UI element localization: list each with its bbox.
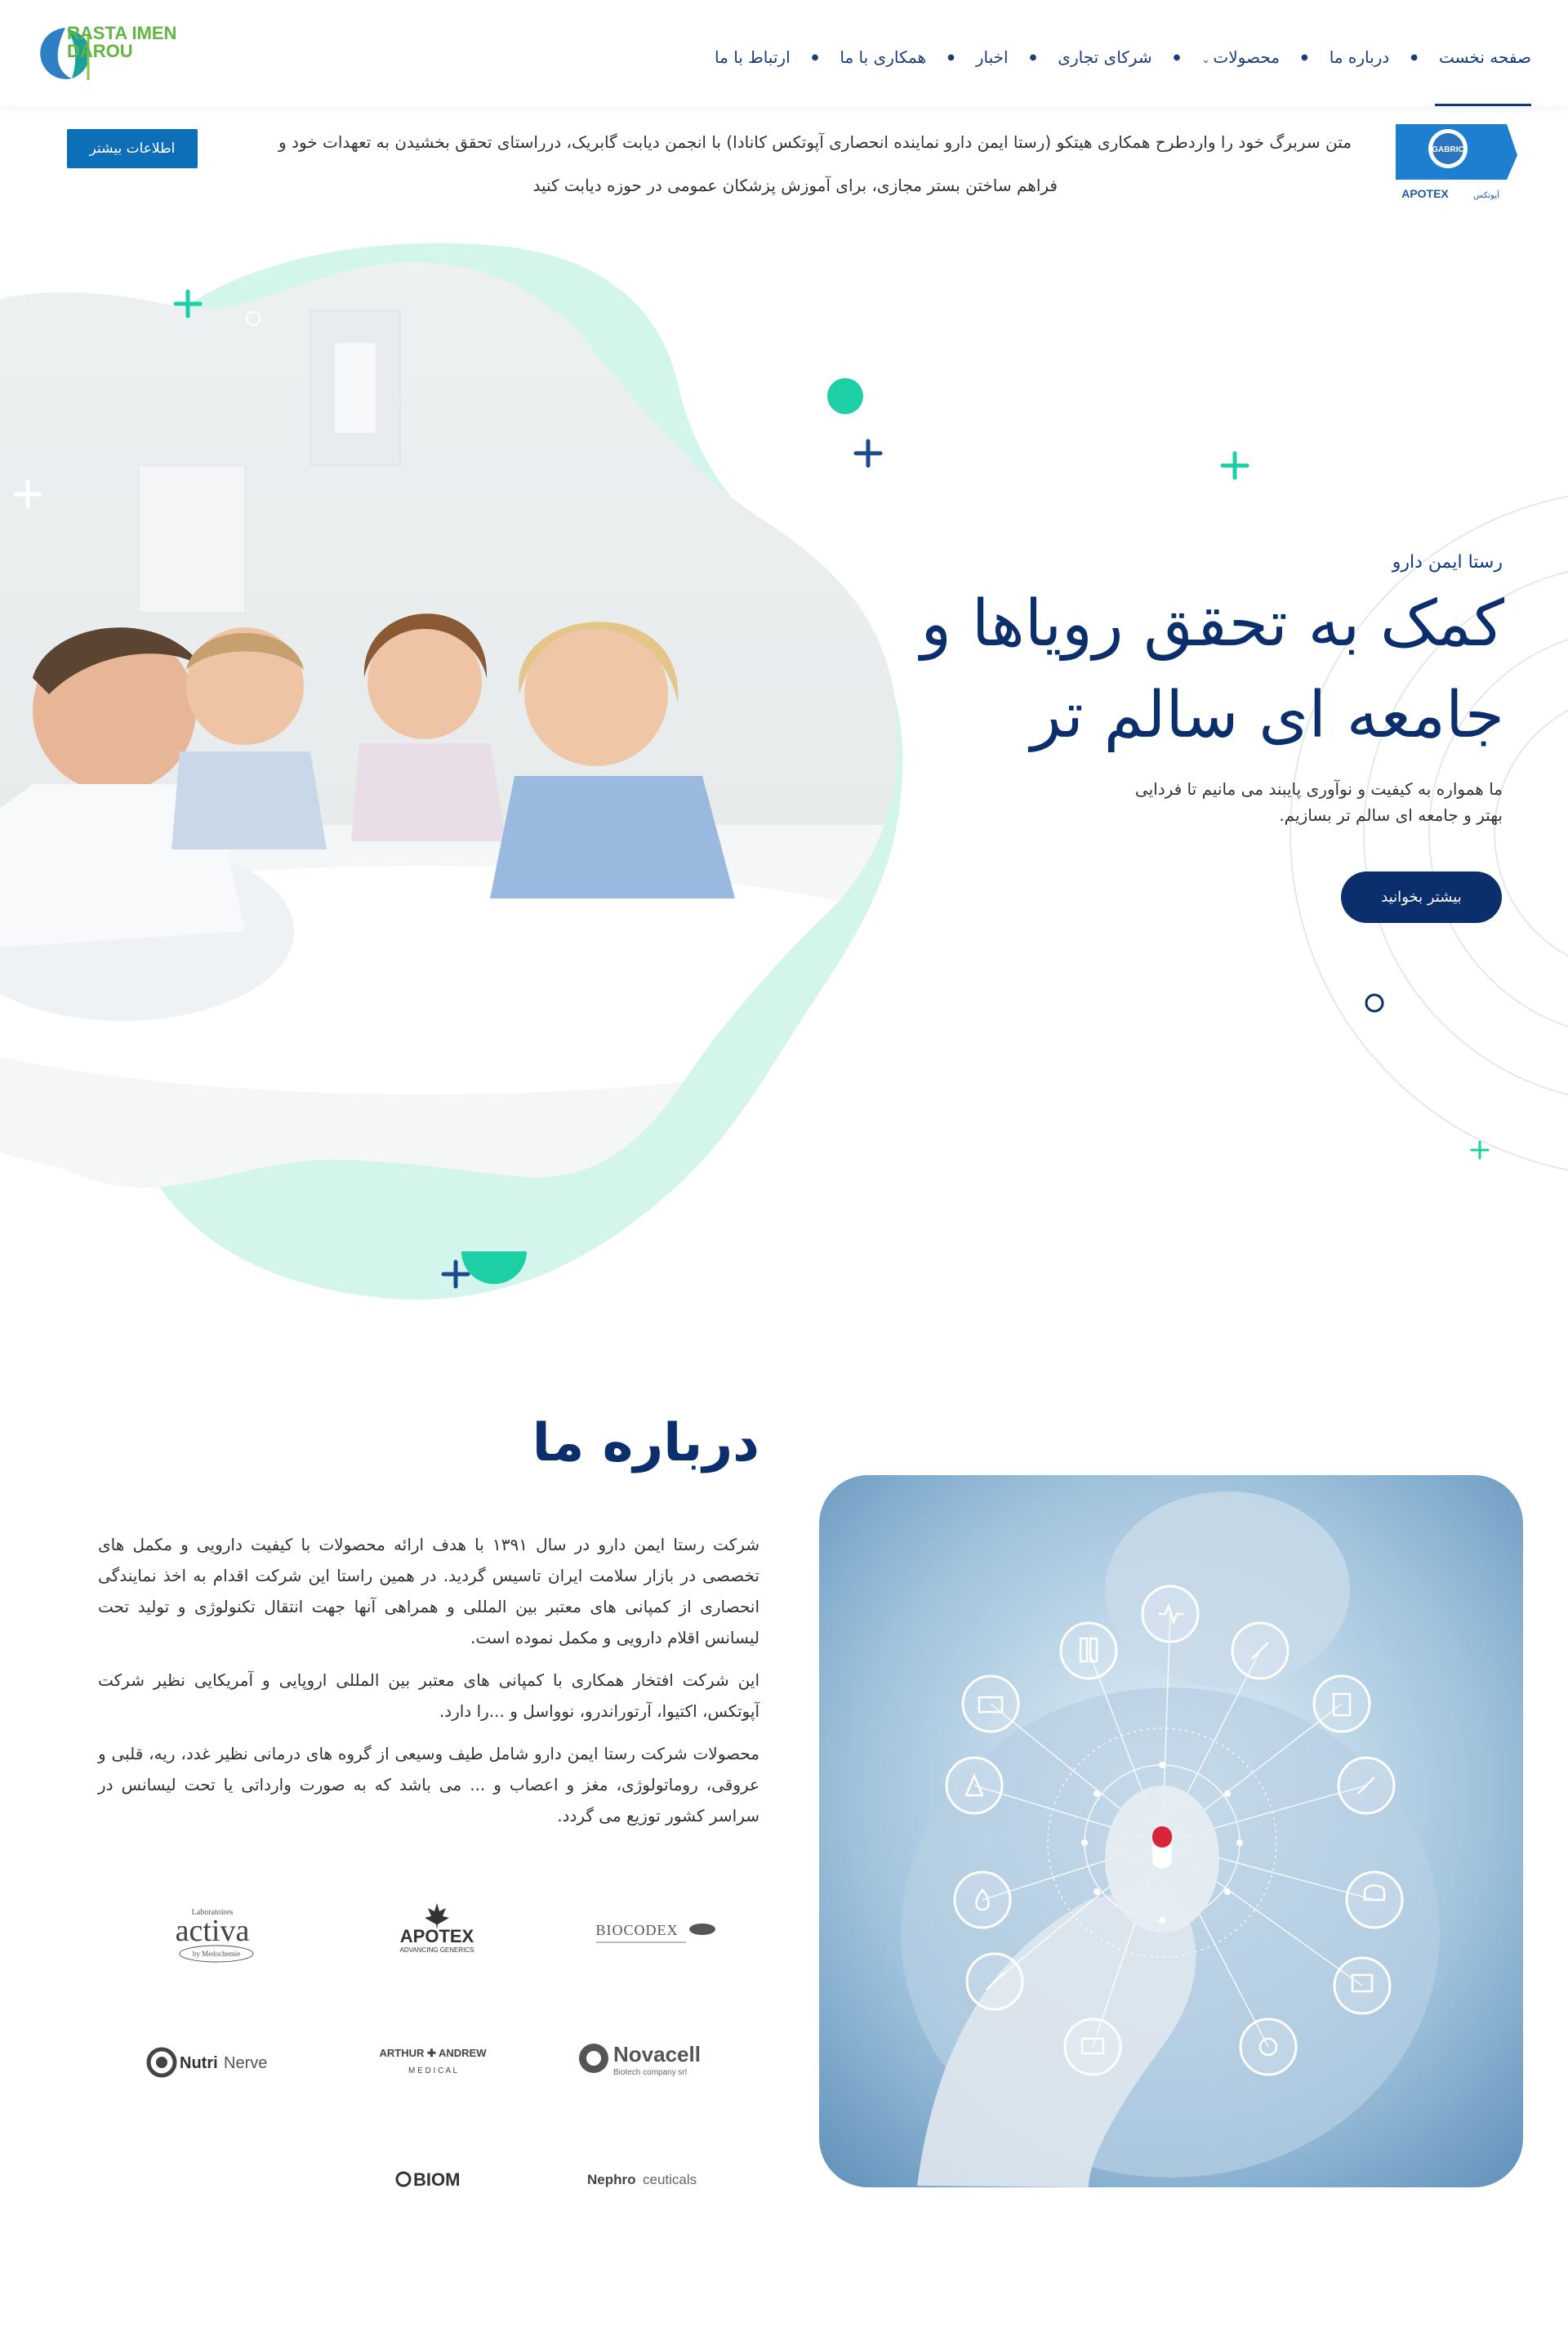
svg-text:by Medochemie: by Medochemie <box>193 1950 240 1958</box>
partner-logo-biocodex[interactable]: BIOCODEX <box>572 1899 727 1964</box>
svg-text:Novacell: Novacell <box>613 2042 701 2066</box>
about-paragraph: محصولات شرکت رستا ایمن دارو شامل طیف وسی… <box>98 1744 760 1826</box>
logo-text: RASTA IMEN DAROU <box>67 23 177 61</box>
svg-text:Nerve: Nerve <box>224 2054 267 2072</box>
hero-title-line-1: کمک به تحقق رویاها و <box>920 587 1504 661</box>
nav-products-label: محصولات <box>1213 47 1280 67</box>
partner-logo-activa[interactable]: Laboratoires activa by Medochemie <box>147 1903 278 1968</box>
svg-text:ARTHUR ✚ ANDREW: ARTHUR ✚ ANDREW <box>379 2047 487 2059</box>
gabric-apotex-badge[interactable]: GABRIC APOTEX آپوتکس <box>1392 123 1519 212</box>
teal-dot <box>827 378 863 414</box>
partner-logo-arthur-andrew[interactable]: ARTHUR ✚ ANDREW M E D I C A L <box>359 2026 506 2091</box>
about-title: درباره ما <box>532 1413 760 1473</box>
hero-subtitle: رستا ایمن دارو <box>1392 552 1503 573</box>
partner-logo-nephroceuticals[interactable]: Nephro ceuticals <box>584 2147 715 2212</box>
badge-apotex-text: APOTEX <box>1401 187 1449 200</box>
badge-apotex-fa-text: آپوتکس <box>1473 189 1500 200</box>
nav-separator-dot: ● <box>1173 52 1181 62</box>
about-text: شرکت رستا ایمن دارو در سال ۱۳۹۱ با هدف ا… <box>98 1529 760 1843</box>
about-paragraph: این شرکت افتخار همکاری با کمپانی های معت… <box>98 1670 760 1721</box>
partner-logo-biom[interactable]: BIOM <box>392 2147 482 2212</box>
svg-text:Nephro: Nephro <box>587 2172 636 2187</box>
nav-careers[interactable]: همکاری با ما <box>840 47 926 67</box>
nav-separator-dot: ● <box>811 52 819 62</box>
hero-title-line-2: جامعه ای سالم تر <box>1031 679 1504 752</box>
svg-text:Biotech company srl: Biotech company srl <box>613 2068 687 2077</box>
svg-text:APOTEX: APOTEX <box>400 1926 474 1946</box>
chevron-down-icon: ⌄ <box>1201 54 1210 65</box>
site-header: RASTA IMEN DAROU صفحه نخست ● درباره ما ●… <box>0 0 1568 106</box>
partner-logo-apotex[interactable]: APOTEX ADVANCING GENERICS <box>368 1895 506 1960</box>
hero-description: ما همواره به کیفیت و نوآوری پایبند می ما… <box>1134 779 1503 825</box>
nav-separator-dot: ● <box>1410 52 1418 62</box>
svg-text:activa: activa <box>176 1914 250 1948</box>
announcement-text: متن سربرگ خود را واردطرح همکاری هیتکو (ر… <box>192 121 1352 207</box>
svg-text:ADVANCING GENERICS: ADVANCING GENERICS <box>400 1946 474 1954</box>
svg-text:Nutri: Nutri <box>180 2054 218 2072</box>
nav-news[interactable]: اخبار <box>976 47 1009 67</box>
nav-separator-dot: ● <box>947 52 955 62</box>
main-nav: صفحه نخست ● درباره ما ● محصولات⌄ ● شرکای… <box>715 41 1531 74</box>
hero-graphic <box>0 243 1568 1300</box>
hero-title: کمک به تحقق رویاها و جامعه ای سالم تر <box>769 578 1504 761</box>
nav-separator-dot: ● <box>1300 52 1308 62</box>
nav-partners[interactable]: شرکای تجاری <box>1058 47 1152 67</box>
ring-dot <box>1365 993 1384 1013</box>
svg-text:BIOCODEX: BIOCODEX <box>596 1922 679 1938</box>
nav-home[interactable]: صفحه نخست <box>1439 47 1531 67</box>
active-nav-indicator <box>1435 104 1531 106</box>
announcement-line-2: فراهم ساختن بستر مجازی، برای آموزش پزشکا… <box>532 176 1058 195</box>
about-paragraph: شرکت رستا ایمن دارو در سال ۱۳۹۱ با هدف ا… <box>98 1535 760 1647</box>
svg-text:M E D I C A L: M E D I C A L <box>408 2066 457 2075</box>
nav-contact[interactable]: ارتباط با ما <box>715 47 791 67</box>
medical-tech-image <box>819 1475 1523 2187</box>
svg-text:BIOM: BIOM <box>413 2169 460 2190</box>
nav-about[interactable]: درباره ما <box>1330 47 1390 67</box>
announcement-line-1: متن سربرگ خود را واردطرح همکاری هیتکو (ر… <box>278 132 1352 152</box>
partner-logo-novacell[interactable]: Novacell Biotech company srl <box>576 2026 723 2091</box>
badge-gabric-text: GABRIC <box>1432 145 1463 154</box>
read-more-button[interactable]: بیشتر بخوانید <box>1341 872 1502 923</box>
svg-text:ceuticals: ceuticals <box>643 2172 697 2187</box>
partner-logo-nutrinerve[interactable]: Nutri Nerve <box>139 2030 286 2095</box>
nav-products[interactable]: محصولات⌄ <box>1201 47 1280 67</box>
more-info-button[interactable]: اطلاعات بیشتر <box>67 129 198 168</box>
nav-separator-dot: ● <box>1029 52 1037 62</box>
